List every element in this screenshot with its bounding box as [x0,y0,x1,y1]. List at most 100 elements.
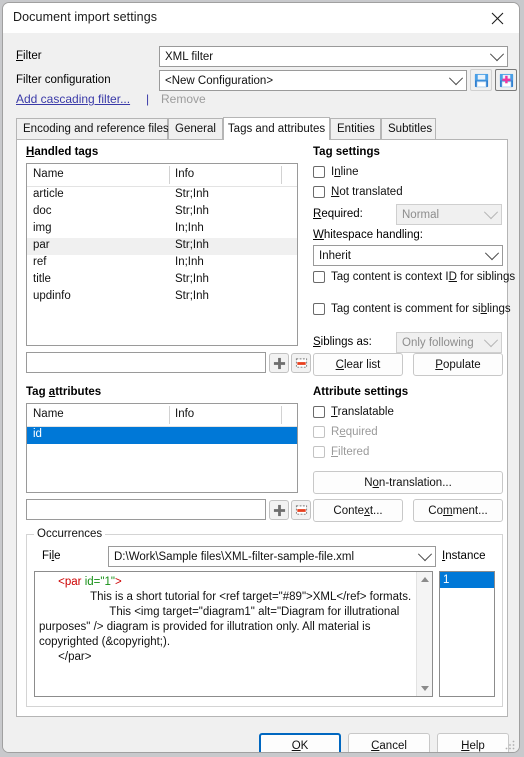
save-as-new-configuration-icon [499,73,513,87]
add-cascading-filter-link[interactable]: Add cascading filter... [16,92,130,106]
required-combobox[interactable]: Normal [396,204,502,225]
occurrence-preview-text: <par id="1"> This is a short tutorial fo… [39,575,412,665]
siblings-as-combobox[interactable]: Only following [396,332,502,353]
non-translation-button[interactable]: Non-translation... [313,471,503,494]
save-as-new-configuration-button[interactable] [495,69,517,91]
remove-cascading-filter-link: Remove [161,92,206,106]
clear-list-button[interactable]: Clear list [313,353,403,376]
tag-info: Str;Inh [175,188,209,200]
required-label: Required: [313,208,363,220]
tab-label: Entities [337,123,375,135]
comment-for-siblings-checkbox[interactable]: Tag content is comment for siblings [313,303,511,315]
tag-info: In;Inh [175,222,204,234]
preview-line-3: This <img target="diagram1" alt="Diagram… [39,606,403,648]
context-id-checkbox[interactable]: Tag content is context ID for siblings [313,271,515,283]
tab-subtitles[interactable]: Subtitles [381,118,436,139]
tag-name: doc [33,205,52,217]
chevron-down-icon [481,204,501,220]
instance-label: Instance [442,550,486,562]
translatable-checkbox[interactable]: Translatable [313,406,394,418]
required-attribute-label: Required [331,426,378,438]
remove-attribute-button[interactable] [291,500,311,520]
tag-info: Str;Inh [175,239,209,251]
tab-strip: Encoding and reference files General Tag… [16,117,508,140]
remove-tag-button[interactable] [291,353,311,373]
table-row[interactable]: par Str;Inh [27,238,297,255]
file-combobox[interactable]: D:\Work\Sample files\XML-filter-sample-f… [108,546,436,567]
instance-list[interactable]: 1 [439,571,495,697]
scroll-down-arrow-icon [420,686,429,691]
preview-line-4: </par> [39,651,92,663]
tag-settings-heading: Tag settings [313,146,380,158]
filtered-checkbox: Filtered [313,446,369,458]
preview-line-2: This is a short tutorial for <ref target… [39,591,412,603]
clear-list-label: Clear list [335,358,381,371]
non-translation-label: Non-translation... [364,476,452,489]
ok-label: OK [291,739,309,752]
tab-general[interactable]: General [168,118,223,139]
attribute-name: id [33,428,42,440]
preview-attribute: id="1" [81,576,115,588]
tag-attributes-list[interactable]: Name Info id [26,403,298,493]
close-button[interactable] [475,3,519,33]
list-item[interactable]: 1 [440,572,494,588]
ok-button[interactable]: OK [259,733,341,752]
translatable-label: Translatable [331,406,394,418]
add-icon [273,357,285,369]
siblings-as-value: Only following [402,336,474,349]
table-row[interactable]: doc Str;Inh [27,204,297,221]
filter-combobox[interactable]: XML filter [159,46,508,67]
document-import-settings-dialog: Document import settings Filter XML filt… [2,2,520,753]
link-separator: | [146,92,150,106]
table-row[interactable]: ref In;Inh [27,255,297,272]
chevron-down-icon [446,70,466,86]
tab-entities[interactable]: Entities [330,118,381,139]
occurrence-preview[interactable]: <par id="1"> This is a short tutorial fo… [34,571,433,697]
tags-and-attributes-panel: Handled tags Name Info article Str;Inh do… [16,139,515,717]
handled-tags-list[interactable]: Name Info article Str;Inh doc Str;Inh img I… [26,163,298,346]
required-value: Normal [402,208,440,221]
siblings-as-label: Siblings as: [313,336,372,348]
whitespace-handling-combobox[interactable]: Inherit [313,245,503,266]
save-configuration-button[interactable] [470,69,492,91]
help-label: Help [461,739,485,752]
cancel-button[interactable]: Cancel [348,733,430,752]
table-row[interactable]: updinfo Str;Inh [27,289,297,306]
not-translated-checkbox[interactable]: Not translated [313,186,403,198]
comment-button[interactable]: Comment... [413,499,503,522]
add-tag-button[interactable] [269,353,289,373]
new-attribute-input[interactable] [26,499,266,520]
table-row[interactable]: title Str;Inh [27,272,297,289]
column-header-name: Name [33,408,64,420]
context-button[interactable]: Context... [313,499,403,522]
dialog-body: Filter XML filter Filter configuration <… [3,33,519,752]
add-attribute-button[interactable] [269,500,289,520]
new-tag-input[interactable] [26,352,266,373]
tag-attributes-heading: Tag attributes [26,386,102,398]
checkbox-box [313,426,325,438]
scroll-down-button[interactable] [417,681,432,696]
title-bar: Document import settings [3,3,519,33]
cancel-label: Cancel [371,739,407,752]
filter-label: Filter [16,50,42,62]
tab-encoding-and-reference-files[interactable]: Encoding and reference files [16,118,169,139]
filter-value: XML filter [165,50,214,63]
table-row[interactable]: id [27,427,297,444]
column-header-info: Info [175,408,195,420]
whitespace-handling-value: Inherit [319,249,351,262]
table-row[interactable]: img In;Inh [27,221,297,238]
tab-tags-and-attributes[interactable]: Tags and attributes [223,117,330,140]
filter-configuration-combobox[interactable]: <New Configuration> [159,70,467,91]
whitespace-handling-label: Whitespace handling: [313,229,423,241]
preview-scrollbar[interactable] [416,572,432,696]
populate-button[interactable]: Populate [413,353,503,376]
help-button[interactable]: Help [437,733,509,752]
tab-label: General [175,123,216,135]
scroll-up-button[interactable] [417,572,432,587]
save-configuration-icon [474,73,488,87]
inline-checkbox[interactable]: Inline [313,166,359,178]
resize-grip-icon[interactable] [504,739,516,751]
tag-name: title [33,273,51,285]
table-row[interactable]: article Str;Inh [27,187,297,204]
chevron-down-icon [482,245,502,261]
